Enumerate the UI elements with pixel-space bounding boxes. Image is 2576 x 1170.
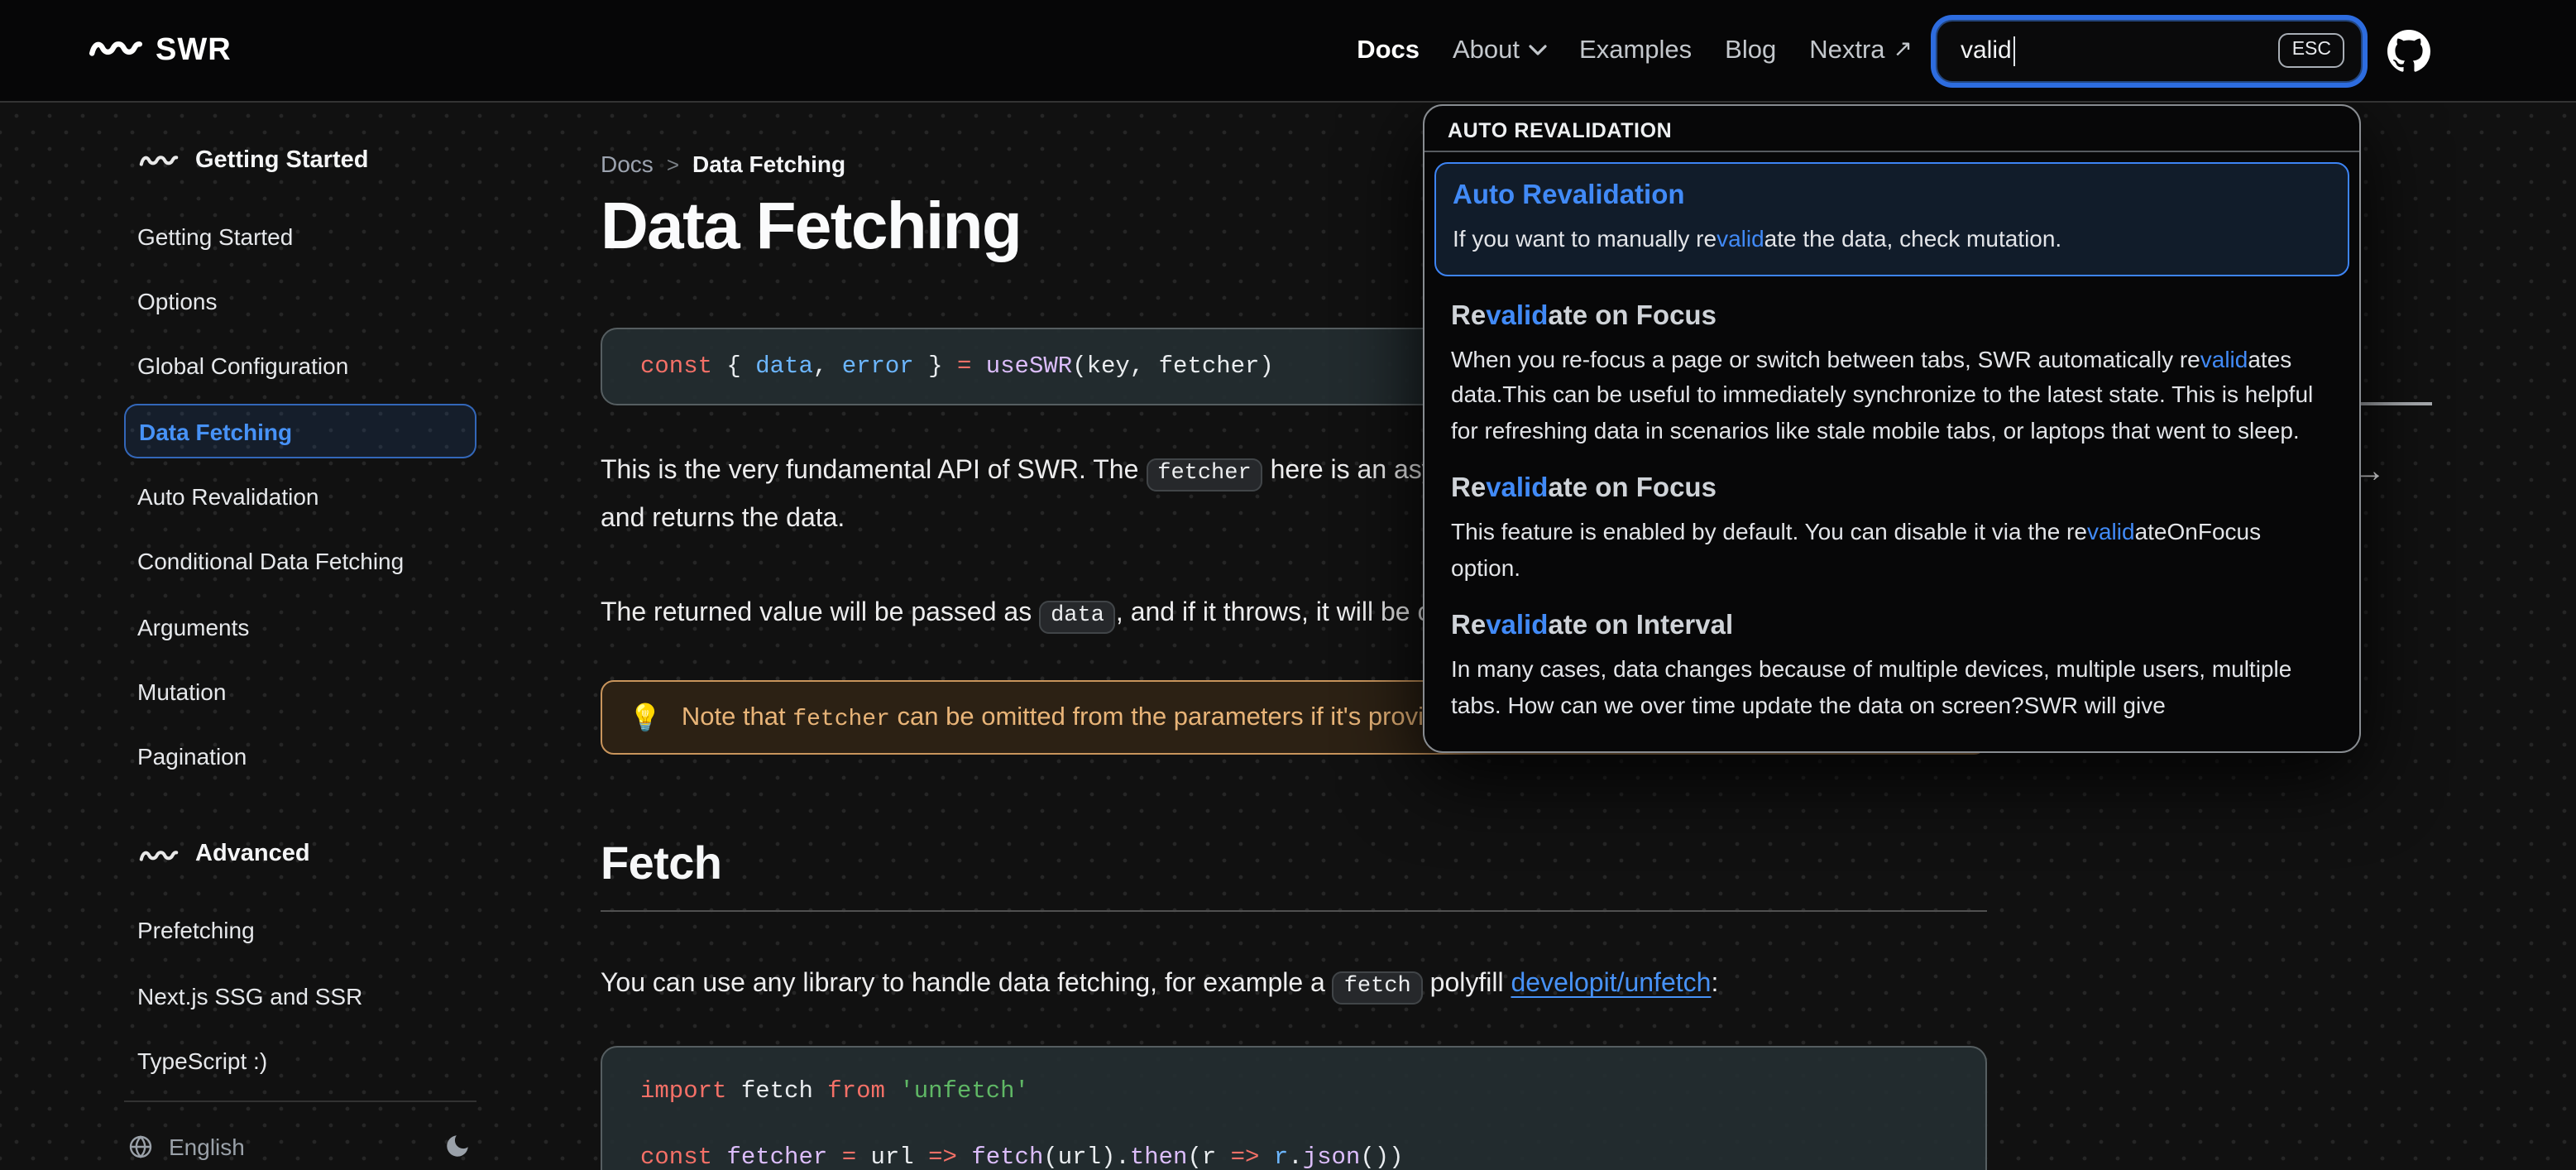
inline-code: fetcher bbox=[792, 706, 890, 732]
inline-code: fetcher bbox=[1146, 458, 1263, 491]
text-caret bbox=[2013, 36, 2016, 65]
sidebar-item-arguments[interactable]: Arguments bbox=[124, 599, 476, 654]
sidebar-item-typescript[interactable]: TypeScript :) bbox=[124, 1033, 476, 1088]
search-results-dropdown: AUTO REVALIDATION Auto Revalidation If yo… bbox=[1423, 104, 2361, 753]
logo[interactable]: SWR bbox=[89, 32, 232, 69]
swr-wave-icon bbox=[89, 34, 142, 67]
lightbulb-icon: 💡 bbox=[629, 704, 662, 732]
search-highlight: valid bbox=[2086, 518, 2135, 544]
divider bbox=[124, 1100, 476, 1102]
search-result-title: Revalidate on Focus bbox=[1451, 473, 1717, 503]
search-result-description: This feature is enabled by default. You … bbox=[1451, 518, 2262, 580]
inline-code: data bbox=[1039, 601, 1116, 634]
section-heading-fetch: Fetch bbox=[601, 837, 1987, 912]
toc-divider-fragment bbox=[2359, 402, 2432, 405]
search-result-4[interactable]: Revalidate on Interval In many cases, dat… bbox=[1434, 607, 2349, 723]
sidebar-item-global-configuration[interactable]: Global Configuration bbox=[124, 339, 476, 394]
sidebar-section-label: Getting Started bbox=[195, 146, 369, 173]
wave-icon bbox=[139, 845, 179, 863]
sidebar-item-getting-started[interactable]: Getting Started bbox=[124, 209, 476, 264]
nav-link-nextra[interactable]: Nextra ↗ bbox=[1809, 35, 1913, 65]
navbar: SWR Docs About Examples Blog Nextra ↗ valid E… bbox=[0, 0, 2576, 103]
github-icon[interactable] bbox=[2387, 29, 2430, 72]
link-developit-unfetch[interactable]: developit/unfetch bbox=[1511, 970, 1711, 998]
search-result-title: Auto Revalidation bbox=[1453, 180, 1685, 210]
language-switcher[interactable]: English bbox=[124, 1133, 245, 1159]
search-input[interactable]: valid ESC bbox=[1936, 19, 2363, 82]
code-line: const fetcher = url => fetch(url).then(r… bbox=[640, 1145, 1404, 1170]
moon-icon[interactable] bbox=[443, 1132, 476, 1160]
search-result-3[interactable]: Revalidate on Focus This feature is enabl… bbox=[1434, 470, 2349, 586]
sidebar-item-conditional-data-fetching[interactable]: Conditional Data Fetching bbox=[124, 535, 476, 589]
page: SWR Docs About Examples Blog Nextra ↗ valid E… bbox=[0, 0, 2576, 1170]
nav-link-docs[interactable]: Docs bbox=[1357, 36, 1420, 65]
sidebar-item-options[interactable]: Options bbox=[124, 274, 476, 328]
nav-link-about[interactable]: About bbox=[1453, 36, 1546, 65]
sidebar-section-getting-started[interactable]: Getting Started bbox=[124, 132, 476, 187]
sidebar-section-advanced[interactable]: Advanced bbox=[124, 827, 476, 881]
logo-text: SWR bbox=[156, 32, 232, 67]
sidebar-item-prefetching[interactable]: Prefetching bbox=[124, 904, 476, 958]
sidebar-footer: English bbox=[124, 1121, 476, 1170]
code-block-unfetch: import fetch from 'unfetch' const fetche… bbox=[601, 1046, 1987, 1170]
search-highlight: valid bbox=[1717, 225, 1764, 252]
sidebar-item-data-fetching[interactable]: Data Fetching bbox=[124, 404, 476, 459]
search-result-2[interactable]: Revalidate on Focus When you re-focus a p… bbox=[1434, 297, 2349, 448]
sidebar-section-label: Advanced bbox=[195, 841, 310, 868]
search-results-section-header: AUTO REVALIDATION bbox=[1448, 119, 1673, 142]
search-highlight: valid bbox=[1486, 300, 1549, 330]
search-result-title: Revalidate on Interval bbox=[1451, 611, 1734, 640]
paragraph-fetch-libraries: You can use any library to handle data f… bbox=[601, 961, 1987, 1009]
breadcrumb-current: Data Fetching bbox=[692, 151, 846, 177]
sidebar-item-next-js-ssg-and-ssr[interactable]: Next.js SSG and SSR bbox=[124, 969, 476, 1024]
nav-link-blog[interactable]: Blog bbox=[1725, 36, 1776, 65]
search-result-description: When you re-focus a page or switch betwe… bbox=[1451, 345, 2314, 443]
inline-code: fetch bbox=[1332, 971, 1423, 1005]
esc-key-badge[interactable]: ESC bbox=[2278, 33, 2344, 68]
language-label: English bbox=[169, 1133, 245, 1160]
chevron-right-icon: > bbox=[666, 151, 679, 176]
search-results-list: Auto Revalidation If you want to manually… bbox=[1424, 152, 2359, 733]
nav-links: Docs About Examples Blog Nextra ↗ bbox=[1357, 35, 1913, 65]
sidebar-item-mutation[interactable]: Mutation bbox=[124, 664, 476, 719]
breadcrumb-docs[interactable]: Docs bbox=[601, 151, 654, 177]
search-highlight: valid bbox=[1486, 611, 1549, 640]
sidebar-item-auto-revalidation[interactable]: Auto Revalidation bbox=[124, 469, 476, 524]
search-result-description: If you want to manually revalidate the d… bbox=[1453, 225, 2062, 252]
search-highlight: valid bbox=[2200, 345, 2248, 372]
nav-link-examples[interactable]: Examples bbox=[1579, 36, 1692, 65]
globe-icon bbox=[127, 1133, 154, 1159]
wave-icon bbox=[139, 151, 179, 169]
external-link-icon: ↗ bbox=[1893, 35, 1913, 61]
code-line: import fetch from 'unfetch' bbox=[640, 1079, 1029, 1105]
sidebar: Getting Started Getting Started Options Glo… bbox=[124, 132, 476, 1170]
search-highlight: valid bbox=[1486, 473, 1549, 503]
sidebar-item-pagination[interactable]: Pagination bbox=[124, 729, 476, 784]
search-value: valid bbox=[1961, 36, 2012, 65]
search-result-description: In many cases, data changes because of m… bbox=[1451, 655, 2292, 717]
search-result-title: Revalidate on Focus bbox=[1451, 300, 1717, 330]
search-result-1[interactable]: Auto Revalidation If you want to manually… bbox=[1434, 162, 2349, 276]
chevron-down-icon bbox=[1528, 45, 1546, 56]
code-line: const { data, error } = useSWR(key, fetc… bbox=[640, 353, 1274, 380]
